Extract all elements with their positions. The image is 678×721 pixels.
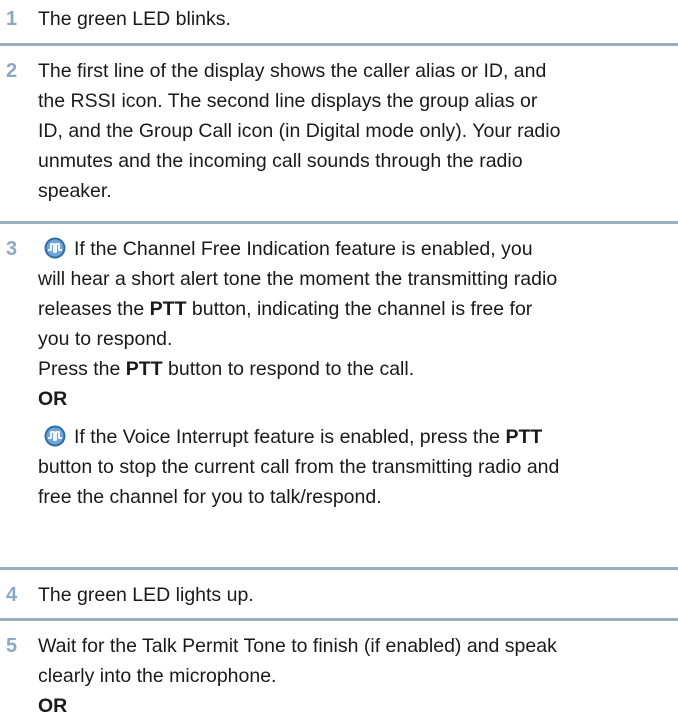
step-line: speaker.	[38, 180, 112, 202]
step-text: If the Channel Free Indication feature i…	[38, 234, 674, 512]
or-label: OR	[38, 691, 674, 721]
step-divider	[0, 618, 678, 621]
step-text: The green LED blinks.	[38, 4, 674, 34]
step-line: The green LED blinks.	[38, 8, 231, 30]
step-line: If the Channel Free Indication feature i…	[38, 234, 674, 264]
step-number: 4	[6, 584, 18, 606]
step-line: ID, and the Group Call icon (in Digital …	[38, 120, 561, 142]
step-line: you to respond.	[38, 328, 173, 350]
step-divider	[0, 43, 678, 46]
step-number: 1	[6, 8, 18, 30]
step-number: 3	[6, 238, 18, 260]
voice-interrupt-text: If the Voice Interrupt feature is enable…	[74, 426, 506, 448]
step-line: The green LED lights up.	[38, 584, 254, 606]
step-text: The first line of the display shows the …	[38, 56, 674, 206]
or-label: OR	[38, 384, 674, 414]
ptt-key-label: PTT	[505, 426, 543, 448]
step-line: releases the PTT button, indicating the …	[38, 294, 674, 324]
step-line: The first line of the display shows the …	[38, 60, 547, 82]
step-text: The green LED lights up.	[38, 580, 674, 610]
step-number: 2	[6, 60, 18, 82]
step-number: 5	[6, 635, 18, 657]
ptt-key-label: PTT	[125, 358, 163, 380]
or-text: OR	[38, 388, 68, 410]
text-segment: releases the	[38, 298, 150, 320]
step-line: If the Voice Interrupt feature is enable…	[38, 422, 674, 452]
programmable-feature-icon	[44, 237, 66, 259]
step-line: the RSSI icon. The second line displays …	[38, 90, 538, 112]
step-text: Wait for the Talk Permit Tone to finish …	[38, 631, 674, 721]
step-line: unmutes and the incoming call sounds thr…	[38, 150, 523, 172]
or-text: OR	[38, 695, 68, 717]
step-line: Wait for the Talk Permit Tone to finish …	[38, 635, 557, 657]
text-segment: Press the	[38, 358, 126, 380]
text-segment: button to respond to the call.	[162, 358, 415, 380]
step-line: free the channel for you to talk/respond…	[38, 486, 382, 508]
step-divider	[0, 567, 678, 570]
programmable-feature-icon	[44, 425, 66, 447]
ptt-key-label: PTT	[149, 298, 187, 320]
channel-free-text: If the Channel Free Indication feature i…	[74, 238, 533, 260]
step-divider	[0, 221, 678, 224]
text-segment: button, indicating the channel is free f…	[186, 298, 533, 320]
step-line: clearly into the microphone.	[38, 665, 277, 687]
step-line: will hear a short alert tone the moment …	[38, 268, 558, 290]
step-line: Press the PTT button to respond to the c…	[38, 354, 674, 384]
procedure-document: 1 The green LED blinks. 2 The first line…	[0, 0, 678, 717]
step-line: button to stop the current call from the…	[38, 456, 560, 478]
